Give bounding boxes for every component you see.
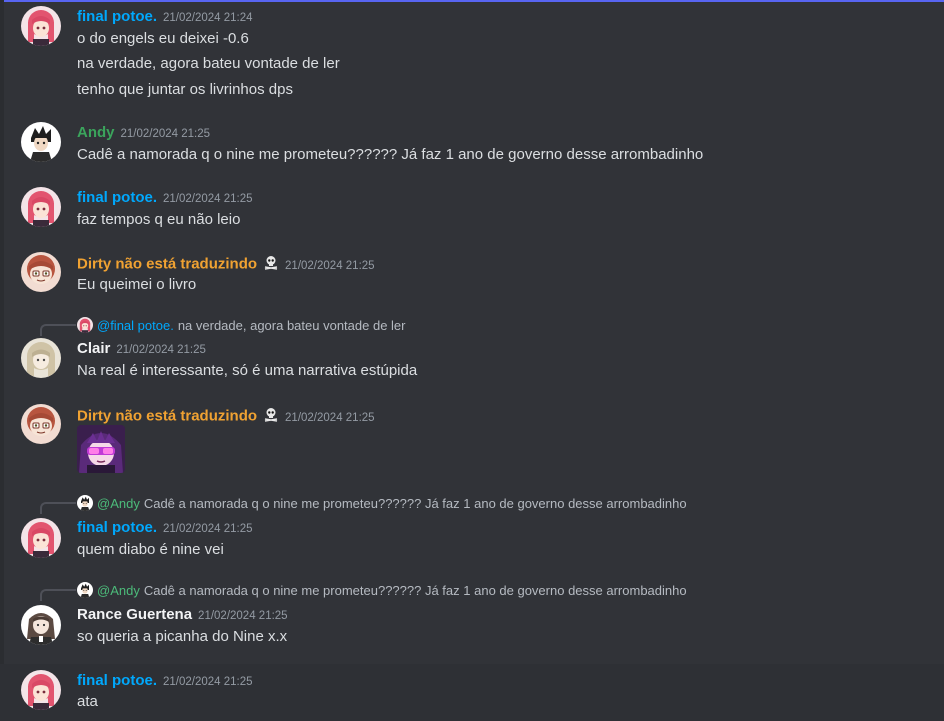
username[interactable]: Dirty não está traduzindo [77, 256, 257, 273]
message-group: final potoe. 21/02/2024 21:24 o do engels… [0, 0, 944, 108]
reply-avatar [77, 495, 93, 511]
message-text: na verdade, agora bateu vontade de ler [77, 55, 340, 72]
avatar[interactable] [21, 404, 61, 444]
message-text: o do engels eu deixei -0.6 [77, 30, 249, 47]
reply-text: Cadê a namorada q o nine me prometeu????… [143, 495, 687, 511]
username[interactable]: final potoe. [77, 8, 157, 25]
reply-preview[interactable]: @Andy Cadê a namorada q o nine me promet… [77, 582, 687, 598]
message-text: ata [77, 693, 98, 710]
reply-preview[interactable]: @Andy Cadê a namorada q o nine me promet… [77, 495, 687, 511]
message-text: Na real é interessante, só é uma narrati… [77, 362, 418, 379]
avatar[interactable] [21, 252, 61, 292]
message-group: final potoe. 21/02/2024 21:25 faz tempos … [0, 181, 944, 239]
message-group: @Andy Cadê a namorada q o nine me promet… [0, 489, 944, 569]
timestamp: 21/02/2024 21:25 [116, 344, 206, 356]
username[interactable]: Andy [77, 124, 115, 141]
reply-connector [40, 502, 76, 514]
message-group: final potoe. 21/02/2024 21:25 ata [0, 664, 944, 721]
username[interactable]: Clair [77, 340, 110, 357]
anime-sunglasses-sticker[interactable] [77, 425, 125, 473]
message-group: Andy 21/02/2024 21:25 Cadê a namorada q o… [0, 116, 944, 174]
username[interactable]: Dirty não está traduzindo [77, 408, 257, 425]
avatar[interactable] [21, 605, 61, 645]
timestamp: 21/02/2024 21:25 [198, 610, 288, 622]
timestamp: 21/02/2024 21:25 [163, 193, 253, 205]
reply-connector [40, 324, 76, 336]
timestamp: 21/02/2024 21:25 [163, 676, 253, 688]
avatar[interactable] [21, 518, 61, 558]
reply-avatar [77, 582, 93, 598]
avatar[interactable] [21, 187, 61, 227]
message-group: @Andy Cadê a namorada q o nine me promet… [0, 576, 944, 656]
reply-avatar [77, 317, 93, 333]
username[interactable]: Rance Guertena [77, 606, 192, 623]
timestamp: 21/02/2024 21:25 [120, 128, 211, 140]
avatar[interactable] [21, 338, 61, 378]
avatar[interactable] [21, 670, 61, 710]
username[interactable]: final potoe. [77, 519, 157, 536]
reply-text: Cadê a namorada q o nine me prometeu????… [143, 582, 687, 598]
message-group: @final potoe. na verdade, agora bateu vo… [0, 312, 944, 388]
reply-mention[interactable]: @Andy [97, 496, 140, 511]
message-text: tenho que juntar os livrinhos dps [77, 81, 293, 98]
timestamp: 21/02/2024 21:25 [163, 523, 253, 535]
username[interactable]: final potoe. [77, 189, 157, 206]
avatar[interactable] [21, 122, 61, 162]
reply-mention[interactable]: @final potoe. [97, 318, 174, 333]
message-text: quem diabo é nine vei [77, 541, 224, 558]
message-text: Cadê a namorada q o nine me prometeu????… [77, 146, 704, 163]
message-text: Eu queimei o livro [77, 276, 197, 293]
username[interactable]: final potoe. [77, 672, 157, 689]
message-group: Dirty não está traduzindo 21/02/2024 21:2… [0, 398, 944, 478]
skull-crossbones-icon [263, 254, 279, 275]
message-group: Dirty não está traduzindo 21/02/2024 21:2… [0, 246, 944, 304]
reply-connector [40, 589, 76, 601]
timestamp: 21/02/2024 21:25 [285, 411, 375, 424]
timestamp: 21/02/2024 21:25 [285, 259, 375, 272]
reply-mention[interactable]: @Andy [97, 583, 140, 598]
message-text: faz tempos q eu não leio [77, 211, 241, 228]
reply-preview[interactable]: @final potoe. na verdade, agora bateu vo… [77, 317, 405, 333]
message-text: so queria a picanha do Nine x.x [77, 628, 288, 645]
reply-text: na verdade, agora bateu vontade de ler [177, 317, 406, 333]
avatar[interactable] [21, 6, 61, 46]
skull-crossbones-icon [263, 406, 279, 427]
timestamp: 21/02/2024 21:24 [163, 12, 253, 24]
